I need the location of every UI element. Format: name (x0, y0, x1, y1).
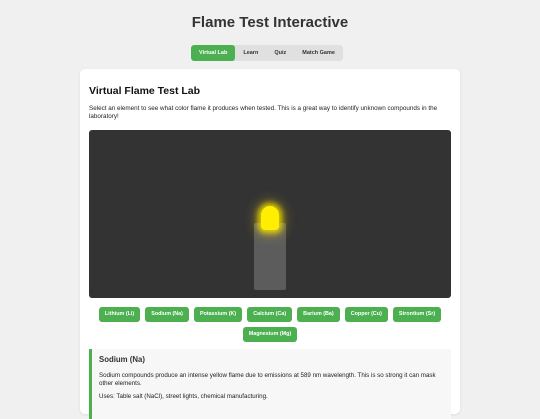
tab-virtual-lab[interactable]: Virtual Lab (191, 45, 236, 61)
element-info-panel: Sodium (Na) Sodium compounds produce an … (89, 349, 451, 419)
element-button-barium[interactable]: Barium (Ba) (297, 307, 340, 322)
burner (254, 223, 286, 290)
tab-bar: Virtual Lab Learn Quiz Match Game (191, 45, 343, 61)
element-button-calcium[interactable]: Calcium (Ca) (247, 307, 293, 322)
element-button-lithium[interactable]: Lithium (Li) (98, 307, 141, 322)
flame (261, 206, 279, 230)
element-info-title: Sodium (Na) (99, 355, 145, 364)
tab-learn[interactable]: Learn (235, 45, 266, 61)
page-title: Flame Test Interactive (191, 14, 349, 31)
element-button-magnesium[interactable]: Magnesium (Mg) (242, 327, 298, 342)
element-button-group: Lithium (Li) Sodium (Na) Potassium (K) C… (89, 307, 451, 342)
element-button-potassium[interactable]: Potassium (K) (193, 307, 243, 322)
tab-match-game[interactable]: Match Game (294, 45, 343, 61)
tab-quiz[interactable]: Quiz (266, 45, 294, 61)
lab-description: Select an element to see what color flam… (89, 105, 438, 121)
element-button-copper[interactable]: Copper (Cu) (344, 307, 388, 322)
element-info-text: Sodium compounds produce an intense yell… (99, 372, 436, 388)
element-button-strontium[interactable]: Strontium (Sr) (392, 307, 442, 322)
lab-card: Virtual Flame Test Lab Select an element… (80, 69, 460, 419)
flame-stage (89, 130, 451, 298)
element-info-uses: Uses: Table salt (NaCl), street lights, … (99, 393, 268, 400)
element-button-sodium[interactable]: Sodium (Na) (145, 307, 189, 322)
lab-heading: Virtual Flame Test Lab (89, 85, 201, 97)
